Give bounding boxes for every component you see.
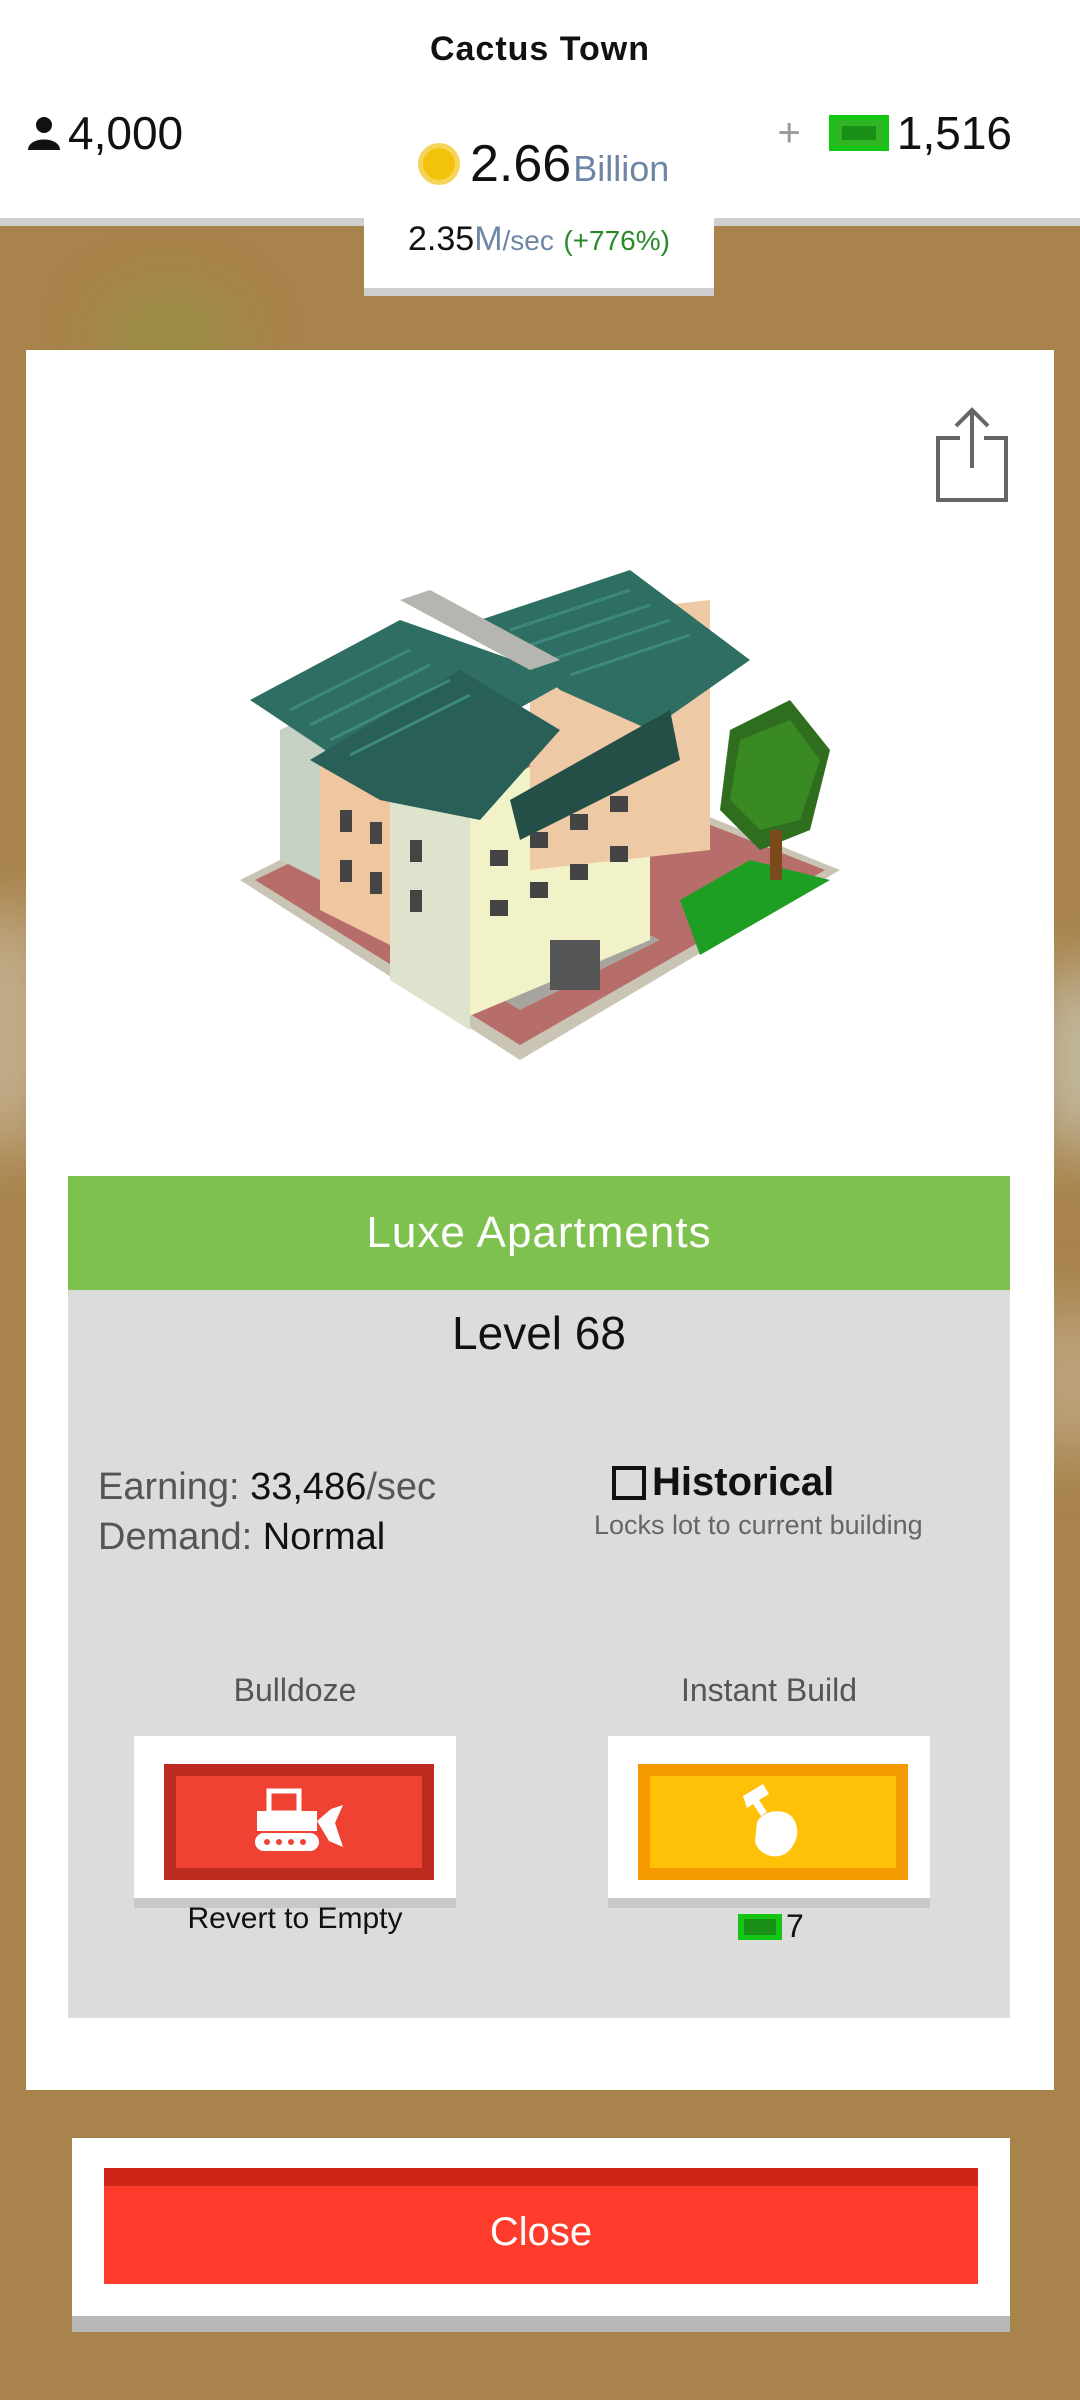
demand-label: Demand: <box>98 1516 253 1558</box>
checkbox-icon[interactable] <box>612 1465 646 1500</box>
instant-build-label: Instant Build <box>680 1672 858 1708</box>
rate-value: 2.35 <box>408 220 475 258</box>
rate-per: /sec <box>502 225 554 256</box>
instant-build-cost-value: 7 <box>786 1908 804 1944</box>
historical-label: Historical <box>652 1460 835 1504</box>
instant-build-button-face[interactable] <box>650 1776 896 1868</box>
earning-unit: /sec <box>366 1466 437 1508</box>
historical-description: Locks lot to current building <box>594 1510 923 1540</box>
building-title-bar: Luxe Apartments <box>68 1176 1010 1290</box>
coin-icon <box>418 143 460 185</box>
rate-change: (+776%) <box>563 225 670 256</box>
income-rate: 2.35M/sec (+776%) <box>364 220 714 259</box>
instant-build-cost: 7 <box>738 1908 804 1945</box>
close-button[interactable]: Close <box>104 2168 978 2284</box>
close-label: Close <box>489 2209 593 2254</box>
close-button-shadow <box>72 2316 1010 2332</box>
town-name: Cactus Town <box>429 30 651 68</box>
bulldoze-label: Bulldoze <box>233 1672 357 1708</box>
coins-value: 2.66 <box>470 135 572 193</box>
instant-build-button-shadow <box>608 1898 930 1908</box>
bill-icon <box>828 115 889 151</box>
earning-row: Earning: 33,486/sec <box>98 1466 436 1509</box>
bulldoze-button-frame[interactable] <box>164 1764 434 1880</box>
bucks-value: 1,516 <box>896 107 1012 159</box>
earning-value: 33,486 <box>250 1466 367 1508</box>
coins-unit: Billion <box>573 148 670 189</box>
income-rate-tab-shadow <box>364 288 714 296</box>
bulldoze-caption: Revert to Empty <box>187 1902 403 1935</box>
bucks-counter[interactable]: + 1,516 <box>778 106 1012 160</box>
building-illustration <box>240 570 840 1060</box>
building-name: Luxe Apartments <box>366 1208 712 1257</box>
demand-row: Demand: Normal <box>98 1516 385 1559</box>
instant-build-button-frame[interactable] <box>638 1764 908 1880</box>
add-bucks-button[interactable]: + <box>778 111 801 156</box>
bulldoze-button[interactable] <box>134 1736 456 1898</box>
bulldoze-button-face[interactable] <box>176 1776 422 1868</box>
population-value: 4,000 <box>68 107 184 159</box>
person-icon <box>28 117 60 150</box>
rate-unit: M <box>474 220 503 258</box>
historical-toggle[interactable]: Historical <box>612 1460 834 1505</box>
share-icon[interactable] <box>934 404 1010 504</box>
earning-label: Earning: <box>98 1466 240 1508</box>
bulldozer-icon <box>255 1788 343 1851</box>
coins-counter: 2.66 Billion <box>418 134 669 194</box>
bill-icon <box>738 1913 782 1940</box>
demand-value: Normal <box>262 1516 386 1558</box>
building-level: Level 68 <box>452 1307 626 1359</box>
instant-build-button[interactable] <box>608 1736 930 1898</box>
hammer-hand-icon <box>743 1784 798 1857</box>
population-counter: 4,000 <box>26 106 183 160</box>
